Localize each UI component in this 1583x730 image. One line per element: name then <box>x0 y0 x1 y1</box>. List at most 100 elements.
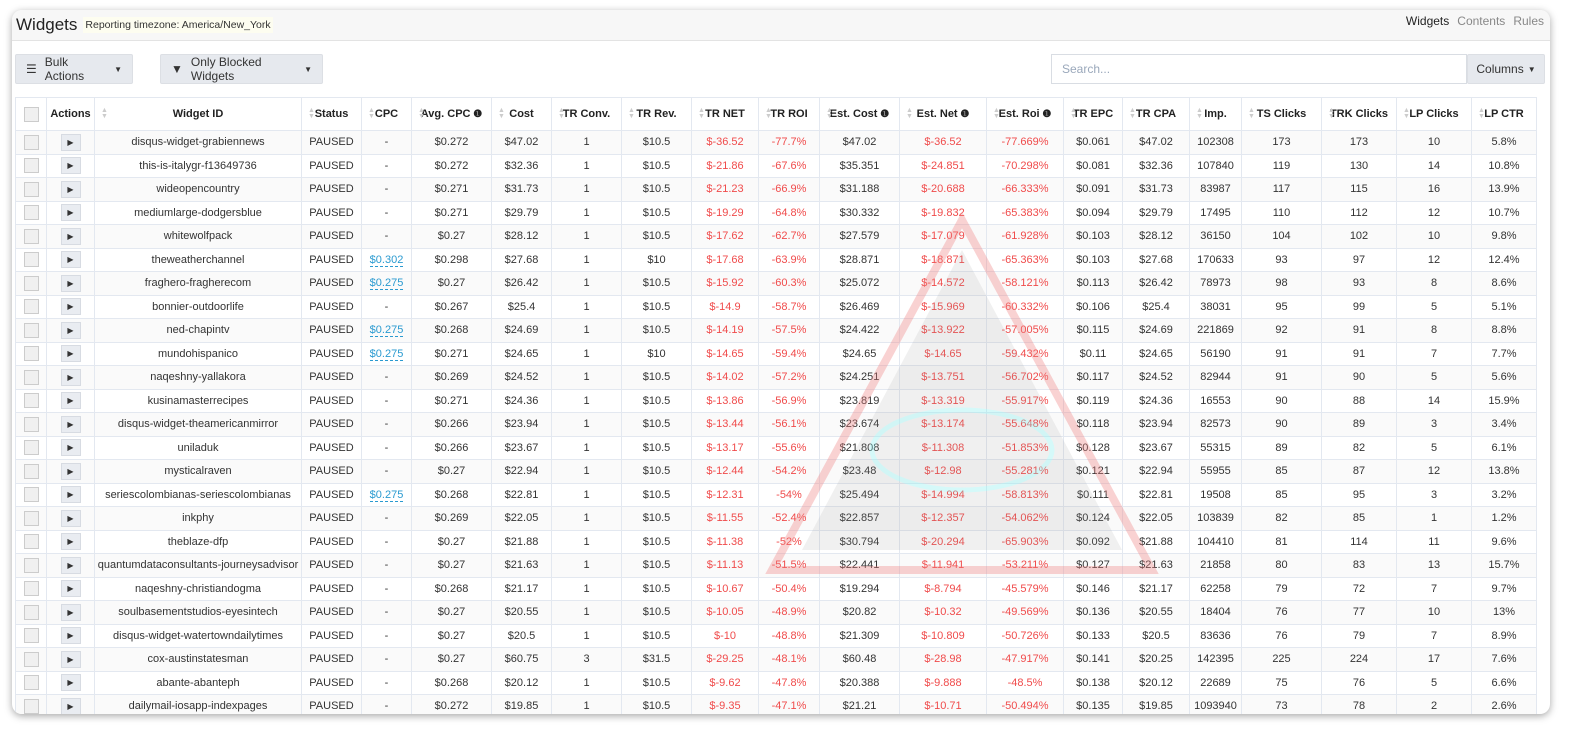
nav-rules[interactable]: Rules <box>1513 14 1544 28</box>
row-checkbox[interactable] <box>23 487 39 503</box>
row-checkbox[interactable] <box>23 416 39 432</box>
expand-row-button[interactable]: ▶ <box>60 697 81 714</box>
expand-row-button[interactable]: ▶ <box>60 627 81 645</box>
column-header-trk-clicks[interactable]: ▲ ▼ TRK Clicks <box>1321 97 1397 131</box>
column-header-tr-rev[interactable]: ▲ ▼ TR Rev. <box>621 97 692 131</box>
sort-icon[interactable]: ▲ ▼ <box>698 107 705 120</box>
column-header-status[interactable]: ▲ ▼ Status <box>301 97 362 131</box>
row-checkbox[interactable] <box>23 628 39 644</box>
column-header-cpc[interactable]: ▲ ▼ CPC <box>361 97 412 131</box>
sort-icon[interactable]: ▲ ▼ <box>101 107 108 120</box>
sort-icon[interactable]: ▲ ▼ <box>368 107 375 120</box>
sort-icon[interactable]: ▲ ▼ <box>1070 107 1077 120</box>
row-checkbox[interactable] <box>23 252 39 268</box>
row-checkbox[interactable] <box>23 510 39 526</box>
column-header-tr-cpa[interactable]: ▲ ▼ TR CPA <box>1122 97 1190 131</box>
row-checkbox[interactable] <box>23 675 39 691</box>
expand-row-button[interactable]: ▶ <box>60 321 81 339</box>
columns-button[interactable]: Columns ▼ <box>1467 54 1545 84</box>
expand-row-button[interactable]: ▶ <box>60 580 81 598</box>
expand-row-button[interactable]: ▶ <box>60 133 81 151</box>
cpc-edit-link[interactable]: $0.275 <box>369 277 404 291</box>
column-header-tr-conv[interactable]: ▲ ▼ TR Conv. <box>551 97 622 131</box>
sort-icon[interactable]: ▲ ▼ <box>308 107 315 120</box>
row-checkbox[interactable] <box>23 299 39 315</box>
column-header-imp[interactable]: ▲ ▼ Imp. <box>1189 97 1242 131</box>
column-header-est-cost[interactable]: ▲ ▼ Est. Cost ❶ <box>819 97 900 131</box>
expand-row-button[interactable]: ▶ <box>60 345 81 363</box>
expand-row-button[interactable]: ▶ <box>60 415 81 433</box>
expand-row-button[interactable]: ▶ <box>60 509 81 527</box>
row-checkbox[interactable] <box>23 181 39 197</box>
sort-icon[interactable]: ▲ ▼ <box>498 107 505 120</box>
row-checkbox[interactable] <box>23 205 39 221</box>
expand-row-button[interactable]: ▶ <box>60 157 81 175</box>
cpc-edit-link[interactable]: $0.302 <box>369 253 404 267</box>
sort-icon[interactable]: ▲ ▼ <box>765 107 772 120</box>
row-checkbox[interactable] <box>23 393 39 409</box>
sort-icon[interactable]: ▲ ▼ <box>1248 107 1255 120</box>
info-icon[interactable]: ❶ <box>958 109 969 120</box>
column-header-est-net[interactable]: ▲ ▼ Est. Net ❶ <box>899 97 987 131</box>
row-checkbox[interactable] <box>23 557 39 573</box>
nav-widgets[interactable]: Widgets <box>1406 14 1449 28</box>
sort-icon[interactable]: ▲ ▼ <box>558 107 565 120</box>
expand-row-button[interactable]: ▶ <box>60 533 81 551</box>
column-header-tr-epc[interactable]: ▲ ▼ TR EPC <box>1063 97 1123 131</box>
expand-row-button[interactable]: ▶ <box>60 368 81 386</box>
sort-icon[interactable]: ▲ ▼ <box>993 107 1000 120</box>
info-icon[interactable]: ❶ <box>877 109 889 120</box>
row-checkbox[interactable] <box>23 581 39 597</box>
nav-contents[interactable]: Contents <box>1457 14 1505 28</box>
select-all-checkbox[interactable] <box>23 106 39 122</box>
expand-row-button[interactable]: ▶ <box>60 392 81 410</box>
info-icon[interactable]: ❶ <box>470 109 482 120</box>
sort-icon[interactable]: ▲ ▼ <box>1196 107 1203 120</box>
bulk-actions-button[interactable]: ☰ Bulk Actions ▼ <box>15 54 133 84</box>
row-checkbox[interactable] <box>23 322 39 338</box>
row-checkbox[interactable] <box>23 440 39 456</box>
expand-row-button[interactable]: ▶ <box>60 204 81 222</box>
sort-icon[interactable]: ▲ ▼ <box>1328 107 1335 120</box>
column-header-ts-clicks[interactable]: ▲ ▼ TS Clicks <box>1241 97 1322 131</box>
column-header-cost[interactable]: ▲ ▼ Cost <box>491 97 552 131</box>
expand-row-button[interactable]: ▶ <box>60 227 81 245</box>
cpc-edit-link[interactable]: $0.275 <box>369 324 404 338</box>
row-checkbox[interactable] <box>23 275 39 291</box>
sort-icon[interactable]: ▲ ▼ <box>1478 107 1485 120</box>
column-header-est-roi[interactable]: ▲ ▼ Est. Roi ❶ <box>986 97 1064 131</box>
column-header-widget-id[interactable]: ▲ ▼ Widget ID <box>94 97 302 131</box>
expand-row-button[interactable]: ▶ <box>60 251 81 269</box>
expand-row-button[interactable]: ▶ <box>60 274 81 292</box>
row-checkbox[interactable] <box>23 651 39 667</box>
sort-icon[interactable]: ▲ ▼ <box>1129 107 1136 120</box>
expand-row-button[interactable]: ▶ <box>60 556 81 574</box>
expand-row-button[interactable]: ▶ <box>60 298 81 316</box>
sort-icon[interactable]: ▲ ▼ <box>1403 107 1410 120</box>
column-header-tr-roi[interactable]: ▲ ▼ TR ROI <box>758 97 820 131</box>
cpc-edit-link[interactable]: $0.275 <box>369 347 404 361</box>
row-checkbox[interactable] <box>23 369 39 385</box>
sort-icon[interactable]: ▲ ▼ <box>826 107 833 120</box>
blocked-filter-button[interactable]: ▼ Only Blocked Widgets ▼ <box>160 54 323 84</box>
cpc-edit-link[interactable]: $0.275 <box>369 488 404 502</box>
expand-row-button[interactable]: ▶ <box>60 486 81 504</box>
column-header-lp-ctr[interactable]: ▲ ▼ LP CTR <box>1471 97 1537 131</box>
sort-icon[interactable]: ▲ ▼ <box>906 107 913 120</box>
column-header-lp-clicks[interactable]: ▲ ▼ LP Clicks <box>1396 97 1472 131</box>
search-input[interactable] <box>1051 54 1467 84</box>
row-checkbox[interactable] <box>23 698 39 714</box>
row-checkbox[interactable] <box>23 134 39 150</box>
expand-row-button[interactable]: ▶ <box>60 462 81 480</box>
row-checkbox[interactable] <box>23 346 39 362</box>
row-checkbox[interactable] <box>23 604 39 620</box>
expand-row-button[interactable]: ▶ <box>60 180 81 198</box>
expand-row-button[interactable]: ▶ <box>60 650 81 668</box>
expand-row-button[interactable]: ▶ <box>60 603 81 621</box>
sort-icon[interactable]: ▲ ▼ <box>418 107 425 120</box>
row-checkbox[interactable] <box>23 463 39 479</box>
sort-icon[interactable]: ▲ ▼ <box>628 107 635 120</box>
row-checkbox[interactable] <box>23 534 39 550</box>
expand-row-button[interactable]: ▶ <box>60 439 81 457</box>
row-checkbox[interactable] <box>23 158 39 174</box>
